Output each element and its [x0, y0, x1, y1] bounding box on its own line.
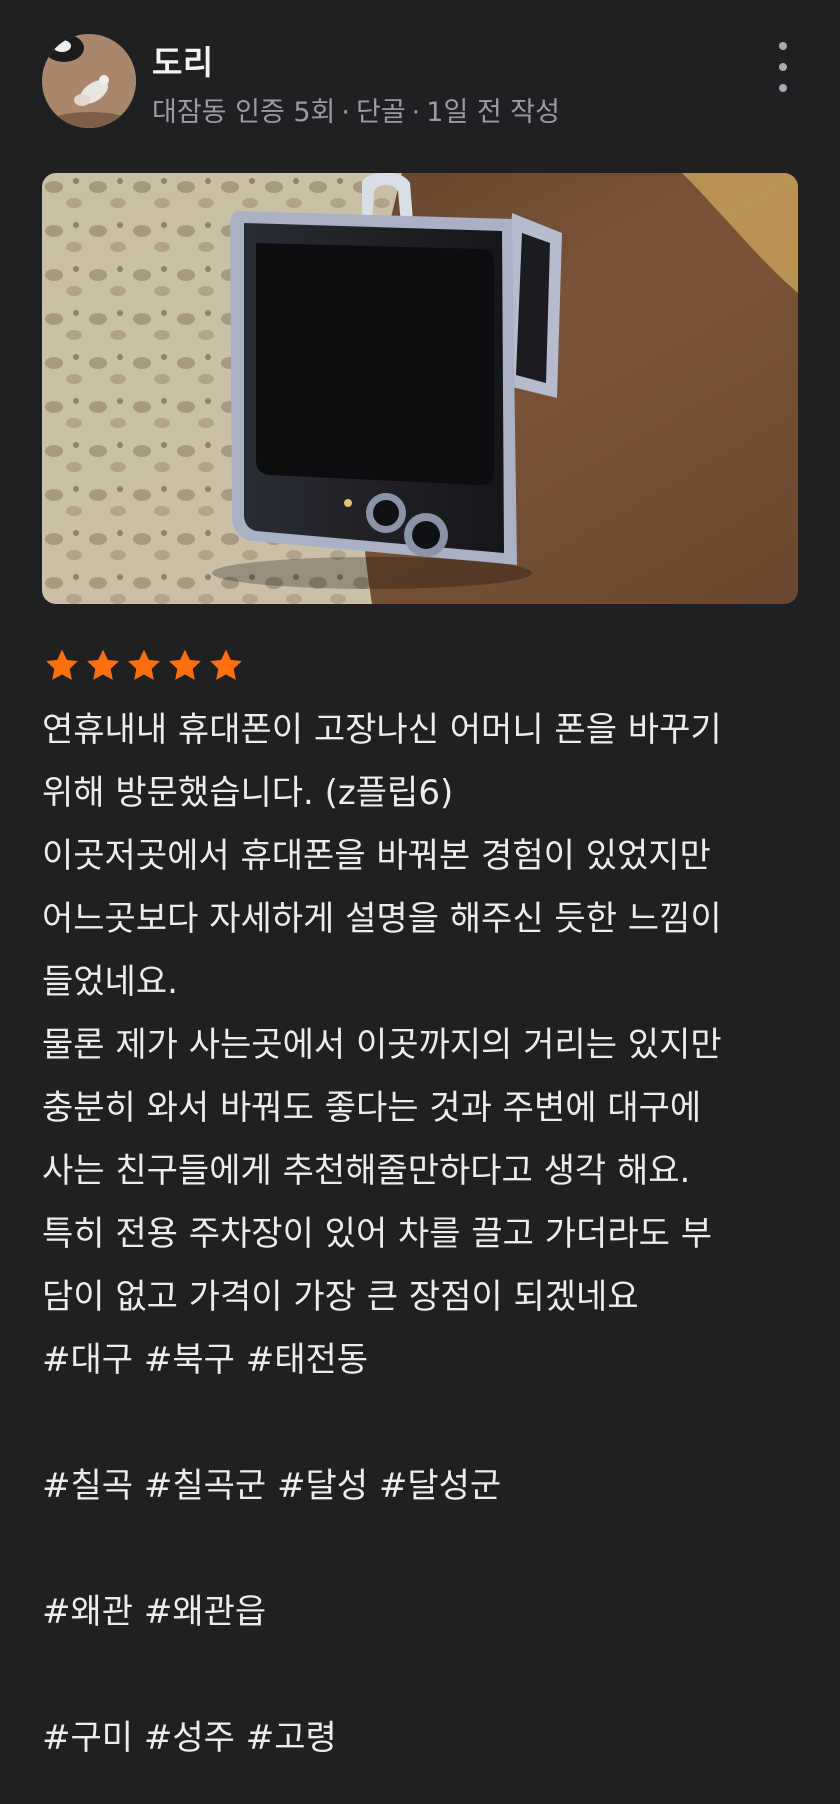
hashtag-line: #칠곡 #칠곡군 #달성 #달성군: [42, 1466, 502, 1506]
hashtag-line: #왜관 #왜관읍: [42, 1592, 267, 1632]
star-icon: [87, 649, 119, 680]
review-line: 어느곳보다 자세하게 설명을 해주신 듯한 느낌이: [42, 899, 722, 939]
avatar[interactable]: [42, 34, 136, 128]
star-icon: [46, 649, 78, 680]
phone-photo-image: [42, 173, 798, 604]
review-line: 특히 전용 주차장이 있어 차를 끌고 가더라도 부: [42, 1214, 712, 1254]
hashtag-line: #구미 #성주 #고령: [42, 1718, 337, 1758]
hashtag-line: #대구 #북구 #태전동: [42, 1340, 369, 1380]
meta-separator: ·: [341, 97, 350, 128]
more-options-button[interactable]: [766, 36, 800, 98]
star-icon: [128, 649, 160, 680]
star-icon: [169, 649, 201, 680]
posted-time: 1일 전 작성: [426, 97, 560, 128]
more-vertical-icon: [779, 84, 787, 92]
review-line: 들었네요.: [42, 962, 178, 1002]
review-line: 위해 방문했습니다. (z플립6): [42, 773, 454, 813]
review-line: 연휴내내 휴대폰이 고장나신 어머니 폰을 바꾸기: [42, 710, 722, 750]
review-line: 물론 제가 사는곳에서 이곳까지의 거리는 있지만: [42, 1025, 722, 1065]
review-line: 충분히 와서 바꿔도 좋다는 것과 주변에 대구에: [42, 1088, 702, 1128]
author-meta: 대잠동 인증 5회 · 단골 · 1일 전 작성: [152, 90, 560, 129]
review-photo[interactable]: [42, 173, 798, 604]
review-line: 이곳저곳에서 휴대폰을 바꿔본 경험이 있었지만: [42, 836, 711, 876]
review-line: 담이 없고 가격이 가장 큰 장점이 되겠네요: [42, 1277, 639, 1317]
more-vertical-icon: [779, 63, 787, 71]
review-line: 사는 친구들에게 추천해줄만하다고 생각 해요.: [42, 1151, 691, 1191]
avatar-image: [42, 34, 136, 128]
more-vertical-icon: [779, 42, 787, 50]
review-text: 연휴내내 휴대폰이 고장나신 어머니 폰을 바꾸기 위해 방문했습니다. (z플…: [42, 699, 812, 1770]
review-header: 도리 대잠동 인증 5회 · 단골 · 1일 전 작성: [0, 0, 840, 150]
regular-customer-badge: 단골: [355, 97, 406, 128]
star-icon: [210, 649, 242, 680]
meta-separator: ·: [411, 97, 421, 128]
star-rating: [42, 646, 246, 686]
author-name[interactable]: 도리: [152, 36, 214, 84]
location-verification-badge: 대잠동 인증 5회: [152, 97, 336, 128]
